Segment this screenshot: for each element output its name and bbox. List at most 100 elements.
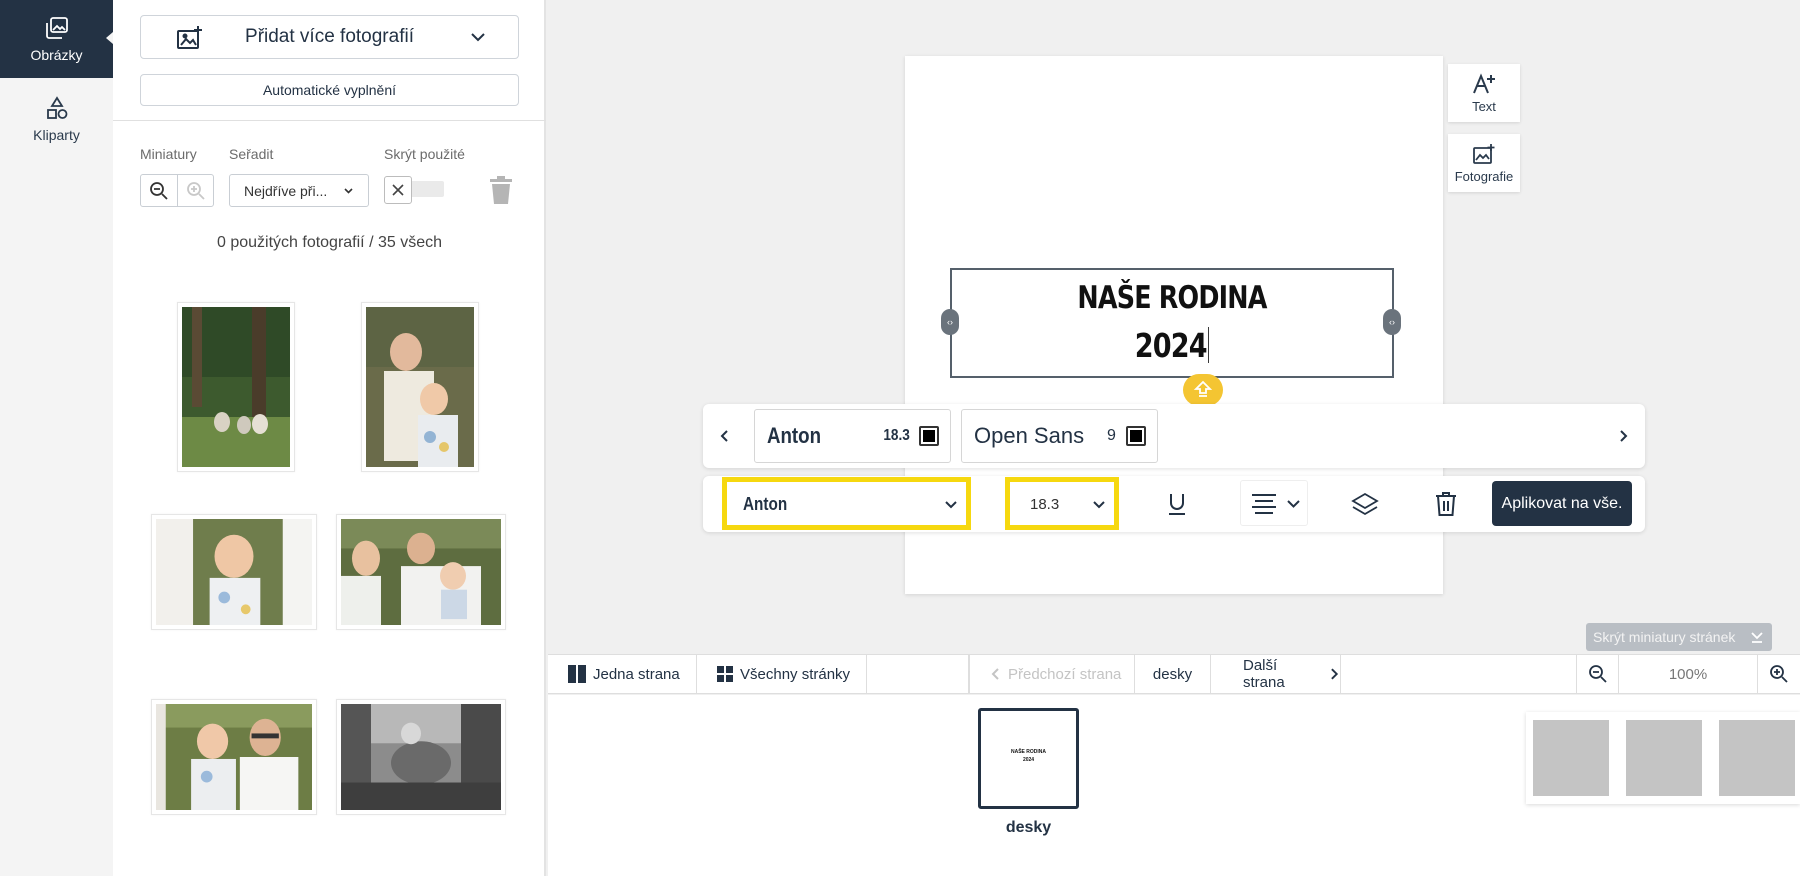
text-style-preset[interactable]: Open Sans 9 [961, 409, 1158, 463]
sort-value: Nejdříve při... [244, 182, 328, 199]
page-thumbnail-cover[interactable]: NAŠE RODINA 2024 [978, 708, 1079, 809]
photo-bw-play [341, 704, 501, 810]
text-edit-toolbar: Anton 18.3 Aplikovat na vše. [703, 476, 1645, 532]
layout-templates-panel [1526, 712, 1800, 804]
zoom-level-value: 100% [1668, 665, 1708, 683]
chevron-right-icon [1620, 430, 1628, 442]
photo-thumbnail[interactable] [336, 514, 506, 630]
font-family-value: Anton [743, 494, 788, 514]
collapse-down-icon [1751, 632, 1763, 643]
all-pages-view-button[interactable]: Všechny stránky [697, 655, 867, 693]
style-font-size: 9 [1107, 427, 1116, 444]
font-size-value: 18.3 [1030, 496, 1060, 513]
text-box-selected[interactable]: NAŠE RODINA 2024 [950, 268, 1394, 378]
previous-page-label: Předchozí strana [1008, 665, 1122, 683]
navbar-spacer [867, 655, 969, 693]
photo-thumbnail[interactable] [361, 302, 479, 472]
underline-icon [1169, 494, 1185, 515]
photo-child-portrait [156, 519, 312, 625]
move-handle[interactable] [1183, 374, 1223, 406]
resize-handle-right[interactable]: ‹› [1383, 309, 1401, 335]
rail-item-images[interactable]: Obrázky [0, 0, 113, 78]
thumb-size-controls [140, 174, 214, 207]
zoom-in-icon [1770, 665, 1788, 683]
style-font-name: Open Sans [974, 423, 1085, 448]
font-size-select[interactable]: 18.3 [1005, 477, 1119, 530]
previous-page-button[interactable]: Předchozí strana [969, 655, 1135, 693]
underline-button[interactable] [1163, 490, 1191, 518]
zoom-in-button[interactable] [1758, 655, 1800, 693]
layout-template[interactable] [1626, 720, 1702, 796]
rail-item-cliparts[interactable]: Kliparty [0, 80, 113, 158]
page-thumbnail-year: 2024 [1022, 757, 1035, 763]
zoom-out-button[interactable] [1576, 655, 1618, 693]
close-icon [392, 184, 404, 196]
photo-thumbnail[interactable] [151, 699, 317, 815]
align-center-icon [1252, 494, 1276, 514]
next-page-button[interactable]: Další strana [1211, 655, 1341, 693]
thumb-zoom-in-button[interactable] [177, 175, 213, 206]
zoom-level: 100% [1618, 655, 1758, 693]
grid-icon [717, 666, 733, 682]
delete-text-button[interactable] [1432, 490, 1460, 518]
style-font-name: Anton [767, 423, 822, 448]
add-photos-button[interactable]: Přidat více fotografií [140, 15, 519, 59]
chevron-down-icon [1287, 500, 1300, 508]
thumb-zoom-out-button[interactable] [141, 175, 177, 206]
style-font-size: 18.3 [883, 427, 910, 444]
add-text-button[interactable]: Text [1448, 64, 1520, 122]
photo-family-picnic [182, 307, 290, 467]
chevron-right-icon [1331, 668, 1339, 680]
styles-prev-button[interactable] [713, 424, 737, 448]
styles-next-button[interactable] [1611, 424, 1635, 448]
text-style-preset[interactable]: Anton 18.3 [754, 409, 951, 463]
all-pages-label: Všechny stránky [740, 665, 851, 683]
chevron-left-icon [991, 668, 999, 680]
add-photo-label: Fotografie [1454, 168, 1514, 184]
hide-page-thumbnails-button[interactable]: Skrýt miniatury stránek [1586, 623, 1772, 651]
chevron-down-icon [344, 188, 353, 194]
hide-used-toggle[interactable] [384, 176, 448, 204]
sort-select[interactable]: Nejdříve při... [229, 174, 369, 207]
chevron-left-icon [720, 430, 728, 442]
chevron-down-icon [945, 501, 957, 509]
single-page-view-button[interactable]: Jedna strana [548, 655, 697, 693]
photo-father-baby [341, 519, 501, 625]
horizontal-arrows-icon: ‹› [1389, 317, 1395, 327]
photo-mother-child [366, 307, 474, 467]
text-line-year-value: 2024 [1134, 326, 1208, 365]
trash-icon [1436, 492, 1456, 516]
current-page-label: desky [1135, 655, 1211, 693]
photo-father-son [156, 704, 312, 810]
text-line-title[interactable]: NAŠE RODINA [992, 280, 1353, 316]
layout-template[interactable] [1533, 720, 1609, 796]
toggle-knob [384, 176, 412, 204]
current-page-name: desky [1152, 665, 1193, 683]
layout-template[interactable] [1719, 720, 1795, 796]
add-photo-button[interactable]: Fotografie [1448, 134, 1520, 192]
style-color-swatch [1126, 426, 1146, 446]
autofill-button[interactable]: Automatické vyplnění [140, 74, 519, 106]
layers-button[interactable] [1351, 490, 1379, 518]
text-line-year[interactable]: 2024 [992, 326, 1353, 365]
text-align-select[interactable] [1240, 480, 1308, 526]
thumbs-label: Miniatury [140, 146, 197, 162]
page-navigation-bar: Jedna strana Všechny stránky Předchozí s… [548, 654, 1800, 694]
style-color-swatch [919, 426, 939, 446]
delete-photos-button[interactable] [489, 175, 513, 205]
photo-thumbnail[interactable] [336, 699, 506, 815]
font-family-select[interactable]: Anton [722, 477, 971, 530]
apply-to-all-button[interactable]: Aplikovat na vše. [1492, 481, 1632, 526]
chevron-down-icon [1093, 501, 1105, 509]
single-page-icon [568, 665, 586, 683]
page-thumbnail-title: NAŠE RODINA [1010, 749, 1046, 755]
trash-icon [490, 176, 512, 204]
photo-count: 0 použitých fotografií / 35 všech [216, 234, 442, 251]
images-icon [45, 17, 68, 39]
photo-thumbnail[interactable] [177, 302, 295, 472]
zoom-out-icon [150, 181, 168, 200]
add-photo-icon [1473, 143, 1495, 164]
photo-thumbnail[interactable] [151, 514, 317, 630]
resize-handle-left[interactable]: ‹› [941, 309, 959, 335]
shapes-icon [46, 96, 67, 119]
